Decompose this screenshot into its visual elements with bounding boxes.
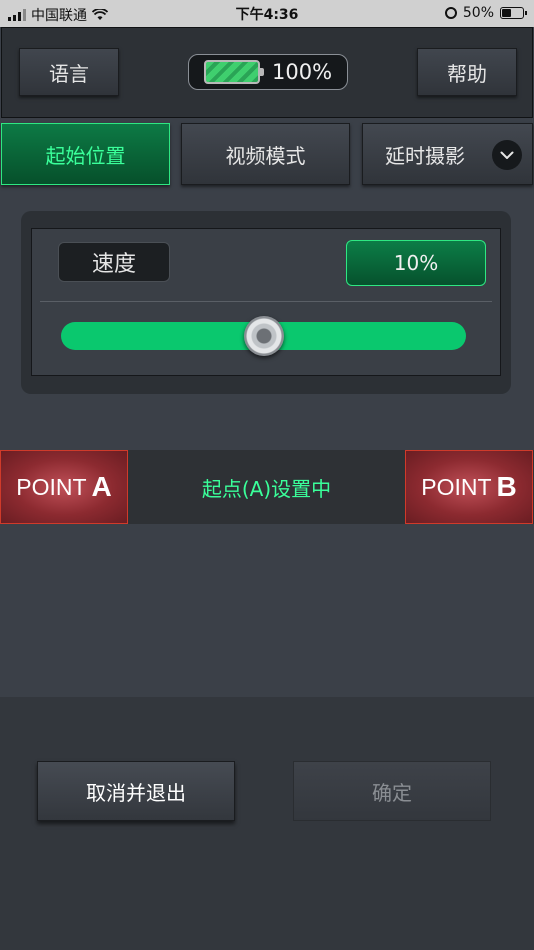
tab-label: 起始位置 [45,143,126,168]
point-a-letter: A [91,471,112,502]
device-battery-icon [204,60,264,84]
device-battery-level: 100% [272,60,333,84]
tab-timelapse[interactable]: 延时摄影 [362,123,533,185]
tab-video-mode[interactable]: 视频模式 [181,123,350,185]
language-button[interactable]: 语言 [19,48,119,96]
speed-slider-handle[interactable] [243,316,284,356]
speed-label: 速度 [58,242,170,282]
point-b-button[interactable]: POINT B [405,450,533,524]
tab-label: 视频模式 [225,143,306,168]
point-a-prefix: POINT [16,473,87,500]
rotation-lock-icon [444,7,457,19]
speed-value-display: 10% [346,240,486,286]
point-a-button[interactable]: POINT A [0,450,128,524]
speed-panel-inner: 速度 10% [31,228,501,376]
speed-panel: 速度 10% [21,211,511,394]
point-status-text: 起点(A)设置中 [201,476,332,501]
chevron-down-icon[interactable] [492,140,522,170]
status-bar: 中国联通 下午4:36 50% [0,0,534,27]
divider [40,301,492,302]
device-battery-indicator: 100% [188,54,348,90]
tab-start-position[interactable]: 起始位置 [1,123,170,185]
cancel-exit-button[interactable]: 取消并退出 [37,761,235,821]
tab-label: 延时摄影 [385,143,465,168]
point-b-prefix: POINT [421,473,492,500]
point-b-letter: B [496,471,517,502]
header-panel: 语言 100% 帮助 [1,27,533,118]
help-button[interactable]: 帮助 [417,48,517,96]
confirm-button[interactable]: 确定 [293,761,491,821]
battery-icon [500,7,527,19]
points-row: POINT A 起点(A)设置中 POINT B [0,450,534,524]
status-right: 50% [444,5,527,21]
bottom-actions: 取消并退出 确定 [0,697,534,950]
battery-percent: 50% [462,5,494,21]
